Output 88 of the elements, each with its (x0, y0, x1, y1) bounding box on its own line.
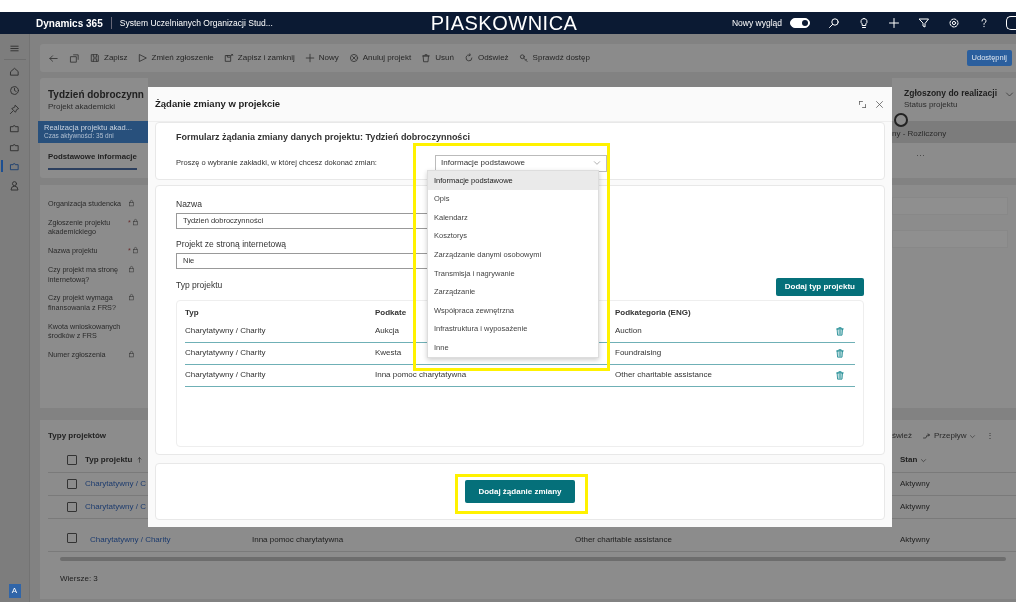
status-value: Zgłoszony do realizacji (904, 88, 998, 100)
save-icon (90, 53, 100, 63)
lightbulb-icon[interactable] (858, 17, 870, 29)
table-cell: Kwesta (375, 347, 402, 359)
refresh-button[interactable]: Odśwież (463, 52, 509, 64)
home-icon[interactable] (9, 65, 20, 77)
environment-name: System Uczelnianych Organizacji Stud... (110, 16, 273, 30)
pin-icon[interactable] (9, 103, 20, 115)
refresh-button[interactable]: śwież (892, 430, 912, 442)
table-cell[interactable]: Charytatywny / Charity (90, 534, 171, 546)
cancel-icon (348, 53, 359, 63)
table-cell: Other charitable assistance (575, 534, 672, 546)
user-avatar[interactable]: A (8, 584, 21, 598)
chevron-down-icon (593, 159, 601, 167)
column-header[interactable]: Stan (900, 454, 918, 466)
table-cell[interactable]: Charytatywny / C (85, 478, 146, 490)
more-button[interactable]: ⋮ (986, 430, 995, 442)
table-cell: Foundraising (615, 347, 662, 359)
save-close-button[interactable]: Zapisz i zamknij (223, 52, 295, 64)
cancel-button[interactable]: Anuluj projekt (348, 52, 412, 64)
flow-button[interactable]: Przepływ (922, 430, 977, 442)
popout-icon[interactable] (69, 52, 80, 64)
app-name: Dynamics 365 (36, 16, 103, 31)
table-cell: Aukcja (375, 325, 399, 337)
table-cell: Charytatywny / Charity (185, 325, 266, 337)
next-stage-label[interactable]: ny - Rozliczony (892, 129, 947, 139)
submit-button[interactable]: Dodaj żądanie zmiany (465, 480, 575, 503)
sort-up-icon (136, 456, 144, 464)
record-title: Tydzień dobroczynn (48, 88, 144, 101)
expand-icon[interactable] (858, 99, 867, 109)
chevron-down-icon[interactable] (920, 456, 928, 464)
section-label: Typ projektu (176, 279, 223, 292)
key-button[interactable]: Sprawdź dostęp (518, 52, 590, 64)
add-type-button[interactable]: Dodaj typ projektu (775, 277, 864, 296)
row-checkbox[interactable] (67, 502, 77, 512)
close-icon[interactable] (875, 99, 884, 109)
trash-icon (421, 53, 432, 63)
flow-icon (922, 431, 931, 441)
toggle-label: Nowy wygląd (731, 16, 782, 30)
more-tabs-button[interactable]: ··· (916, 149, 925, 163)
table-cell[interactable]: Charytatywny / C (85, 501, 146, 513)
help-icon[interactable] (978, 17, 990, 29)
key-icon (518, 53, 529, 63)
save-button[interactable]: Zapisz (90, 52, 128, 64)
grid-title: Typy projektów (48, 430, 108, 442)
status-label: Status projektu (904, 99, 959, 112)
column-header: Podkate (375, 306, 407, 319)
clock-icon[interactable] (9, 84, 20, 96)
table-cell: Inna pomoc charytatywna (252, 534, 344, 546)
back-arrow-icon[interactable] (48, 52, 59, 64)
field-label: Projekt ze stroną internetową (176, 237, 287, 251)
banner-title: PIASKOWNICA (430, 11, 578, 36)
settings-icon[interactable] (948, 17, 960, 29)
plus-icon (304, 53, 315, 63)
trash-button[interactable]: Usuń (421, 52, 454, 64)
save-close-icon (223, 53, 234, 63)
search-icon[interactable] (828, 17, 840, 29)
table-cell: Inna pomoc charytatywna (375, 369, 467, 381)
plus-button[interactable]: Nowy (304, 52, 339, 64)
filter-icon[interactable] (918, 17, 930, 29)
new-look-toggle[interactable] (790, 18, 810, 28)
send-button[interactable]: Zmień zgłoszenie (137, 52, 214, 64)
field-label: Nazwa (176, 198, 202, 211)
select-all-checkbox[interactable] (67, 455, 77, 465)
refresh-icon (463, 53, 474, 63)
chevron-down-icon (969, 432, 977, 440)
table-cell: Aktywny (900, 534, 930, 546)
record-subtitle: Projekt akademicki (48, 101, 117, 113)
table-cell: Auction (615, 325, 642, 337)
plus-icon[interactable] (888, 17, 900, 29)
selection-indicator (0, 160, 3, 172)
row-checkbox[interactable] (67, 479, 77, 489)
table-cell: Charytatywny / Charity (185, 347, 266, 359)
table-cell: Charytatywny / Charity (185, 369, 266, 381)
trash-icon[interactable] (835, 369, 845, 381)
form-heading: Formularz żądania zmiany danych projektu: Tydzień dobroczynności (176, 131, 471, 144)
trash-icon[interactable] (835, 325, 845, 337)
row-count: Wiersze: 3 (60, 573, 98, 585)
person-icon[interactable] (9, 179, 20, 191)
table-cell: Other charitable assistance (615, 369, 712, 381)
dialog-title: Żądanie zmiany w projekcie (155, 96, 281, 111)
trash-icon[interactable] (835, 347, 845, 359)
column-header: Podkategoria (ENG) (615, 306, 691, 319)
send-icon (137, 53, 148, 63)
column-header: Typ (185, 306, 199, 319)
row-checkbox[interactable] (67, 533, 77, 543)
chevron-down-icon[interactable] (1005, 90, 1015, 99)
column-header[interactable]: Typ projektu (85, 454, 144, 466)
